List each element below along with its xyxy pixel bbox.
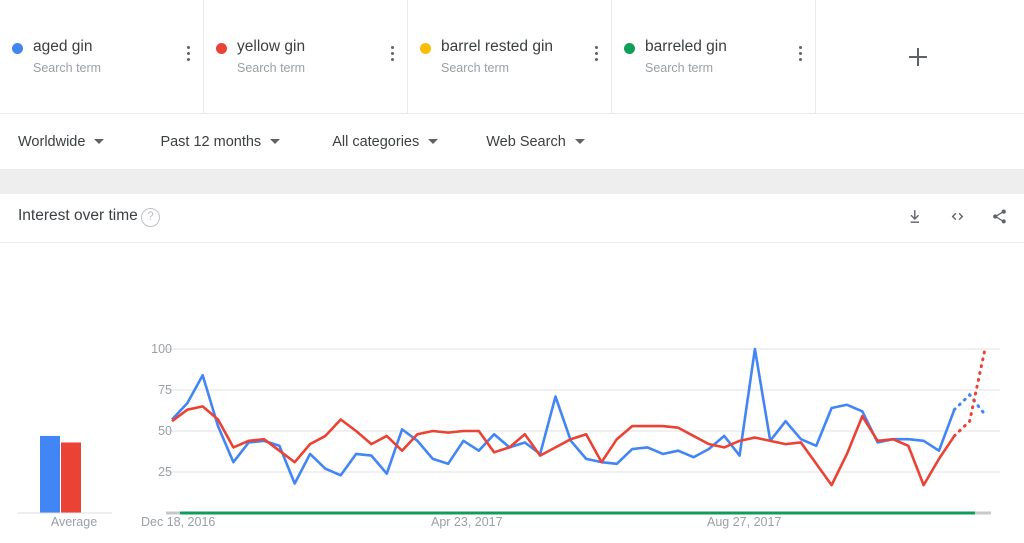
filter-bar: Worldwide Past 12 months All categories … [0,114,1024,170]
series-color-dot-2 [420,42,431,54]
page-title: Interest over time [18,207,138,224]
embed-code-icon[interactable] [946,204,968,228]
term-card-2[interactable]: barrel rested gin Search term [408,0,612,113]
kebab-menu-icon-3[interactable] [789,39,811,69]
filter-time-range[interactable]: Past 12 months [160,133,281,150]
chevron-down-icon [270,139,281,144]
term-card-1[interactable]: yellow gin Search term [204,0,408,113]
y-tick-100: 100 [151,342,172,356]
filter-time-range-label: Past 12 months [160,133,262,150]
series-color-dot-3 [624,42,635,54]
term-label-2: barrel rested gin [441,37,554,55]
term-label-0: aged gin [33,37,93,55]
interest-over-time-card: Interest over time ? Average 100 75 50 2… [0,194,1024,543]
chevron-down-icon [574,139,585,144]
chevron-down-icon [428,139,439,144]
filter-category-label: All categories [332,133,420,150]
y-tick-25: 25 [158,465,172,479]
kebab-menu-icon-2[interactable] [585,39,607,69]
add-search-term-button[interactable] [816,0,1020,113]
x-tick-2: Aug 27, 2017 [707,515,782,529]
share-icon[interactable] [988,204,1010,228]
term-label-3: barreled gin [645,37,727,55]
filter-search-type-label: Web Search [486,133,566,150]
y-tick-50: 50 [158,424,172,438]
y-tick-75: 75 [158,383,172,397]
kebab-menu-icon-1[interactable] [381,39,403,69]
filter-search-type[interactable]: Web Search [486,134,585,150]
term-subtitle-3: Search term [645,60,714,75]
x-tick-1: Apr 23, 2017 [431,515,503,529]
series-color-dot-1 [216,42,227,54]
plus-icon [909,47,927,66]
help-icon[interactable]: ? [141,208,160,227]
google-trends-page: aged gin Search term yellow gin Search t… [0,0,1024,543]
term-subtitle-1: Search term [237,60,306,75]
compare-terms-row: aged gin Search term yellow gin Search t… [0,0,1024,114]
download-icon[interactable] [904,204,926,228]
filter-category[interactable]: All categories [332,133,439,150]
term-card-0[interactable]: aged gin Search term [0,0,204,113]
term-label-1: yellow gin [237,37,306,55]
kebab-menu-icon-0[interactable] [177,39,199,69]
x-tick-0: Dec 18, 2016 [141,515,216,529]
chevron-down-icon [94,139,105,144]
chart-card-actions [904,204,1010,228]
series-color-dot-0 [12,42,23,54]
term-card-3[interactable]: barreled gin Search term [612,0,816,113]
filter-location-label: Worldwide [18,133,86,150]
filter-location[interactable]: Worldwide [18,133,105,150]
section-divider-band [0,170,1024,194]
chart-card-header: Interest over time ? [0,194,1024,243]
term-subtitle-2: Search term [441,60,510,75]
term-subtitle-0: Search term [33,60,102,75]
chart-plot-area: Average 100 75 50 25 Dec 18, 2016 Apr 23… [0,243,1024,543]
